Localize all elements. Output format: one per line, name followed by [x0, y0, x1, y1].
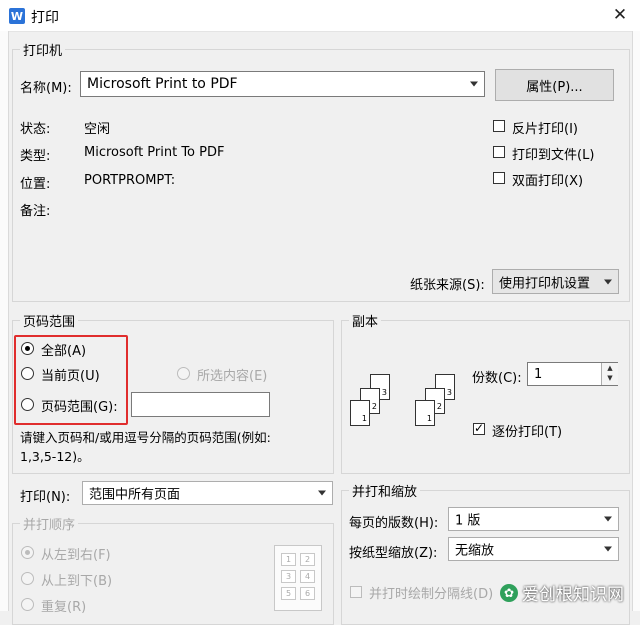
- close-icon[interactable]: ✕: [603, 2, 637, 28]
- pages-per-sheet-label: 每页的版数(H):: [349, 516, 439, 531]
- pages-per-sheet-value: 1 版: [455, 513, 481, 529]
- order-cell: 4: [300, 570, 315, 583]
- range-selection-radio[interactable]: [177, 367, 190, 380]
- chevron-down-icon: [470, 81, 478, 87]
- order-repeat-radio[interactable]: [21, 598, 34, 611]
- order-left-right-radio[interactable]: [21, 546, 34, 559]
- copies-count-value: 1: [534, 367, 543, 382]
- status-label: 状态:: [20, 122, 51, 137]
- draw-borders-checkbox[interactable]: [350, 586, 362, 598]
- order-left-right-label: 从左到右(F): [41, 548, 111, 563]
- type-value: Microsoft Print To PDF: [84, 145, 225, 160]
- copies-count-label: 份数(C):: [472, 371, 522, 386]
- chevron-down-icon: [604, 516, 612, 522]
- status-value: 空闲: [84, 122, 111, 137]
- type-label: 类型:: [20, 149, 51, 164]
- chevron-down-icon: [318, 490, 326, 496]
- mirror-print-label: 反片打印(I): [512, 122, 578, 137]
- scale-select[interactable]: 无缩放: [448, 537, 619, 561]
- chevron-down-icon: [604, 279, 612, 284]
- duplex-checkbox[interactable]: [493, 172, 505, 184]
- location-label: 位置:: [20, 177, 51, 192]
- title-bar: W 打印 ✕: [0, 0, 640, 32]
- collate-page-icon: 1: [350, 400, 370, 426]
- pages-per-sheet-select[interactable]: 1 版: [448, 507, 619, 531]
- print-what-value: 范围中所有页面: [89, 487, 181, 503]
- background-edge-right: [632, 31, 640, 611]
- paper-source-select[interactable]: 使用打印机设置: [492, 269, 619, 294]
- print-what-select[interactable]: 范围中所有页面: [82, 481, 333, 505]
- order-cell: 3: [281, 570, 296, 583]
- duplex-label: 双面打印(X): [512, 174, 584, 189]
- printer-name-value: Microsoft Print to PDF: [87, 76, 238, 92]
- spin-down-icon[interactable]: ▼: [602, 373, 618, 383]
- paper-source-value: 使用打印机设置: [499, 276, 591, 291]
- page-range-group-label: 页码范围: [20, 311, 79, 330]
- watermark-text: 爱创根知识网: [522, 585, 624, 605]
- range-selection-label: 所选内容(E): [197, 369, 268, 384]
- printer-group-label: 打印机: [20, 40, 66, 59]
- order-cell: 2: [300, 553, 315, 566]
- copies-group-label: 副本: [349, 311, 382, 330]
- print-order-group-label: 并打顺序: [20, 514, 79, 533]
- print-what-label: 打印(N):: [20, 490, 71, 505]
- leaf-icon: ✿: [500, 583, 518, 602]
- properties-button[interactable]: 属性(P)...: [495, 69, 614, 101]
- printer-name-select[interactable]: Microsoft Print to PDF: [80, 71, 485, 97]
- comment-label: 备注:: [20, 204, 51, 219]
- scale-value: 无缩放: [455, 543, 495, 559]
- app-icon: W: [9, 8, 25, 24]
- order-preview-grid: 1 2 3 4 5 6: [274, 545, 322, 611]
- watermark: ✿ 爱创根知识网: [500, 580, 624, 605]
- collate-checkbox[interactable]: [473, 421, 485, 435]
- order-top-bottom-radio[interactable]: [21, 572, 34, 585]
- printer-name-label: 名称(M):: [20, 81, 72, 96]
- order-top-bottom-label: 从上到下(B): [41, 574, 113, 589]
- spin-up-icon[interactable]: ▲: [602, 363, 618, 373]
- paper-source-label: 纸张来源(S):: [410, 278, 485, 293]
- page-range-input[interactable]: [131, 392, 270, 417]
- scale-label: 按纸型缩放(Z):: [349, 546, 438, 561]
- order-cell: 6: [300, 587, 315, 600]
- window-title: 打印: [31, 10, 59, 26]
- mirror-print-checkbox[interactable]: [493, 120, 505, 132]
- collate-label: 逐份打印(T): [492, 425, 563, 440]
- order-cell: 5: [281, 587, 296, 600]
- highlight-box: [14, 335, 128, 425]
- print-to-file-checkbox[interactable]: [493, 146, 505, 158]
- location-value: PORTPROMPT:: [84, 173, 176, 188]
- print-to-file-label: 打印到文件(L): [512, 148, 595, 163]
- chevron-down-icon: [604, 546, 612, 552]
- range-hint-line1: 请键入页码和/或用逗号分隔的页码范围(例如:: [20, 430, 271, 445]
- draw-borders-label: 并打时绘制分隔线(D): [369, 587, 494, 602]
- order-repeat-label: 重复(R): [41, 600, 87, 615]
- background-edge-left: [0, 31, 9, 611]
- range-hint-line2: 1,3,5-12)。: [20, 449, 90, 464]
- order-cell: 1: [281, 553, 296, 566]
- copies-spinner[interactable]: ▲ ▼: [601, 363, 618, 385]
- zoom-group-label: 并打和缩放: [349, 481, 421, 500]
- collate-page-icon: 1: [415, 400, 435, 426]
